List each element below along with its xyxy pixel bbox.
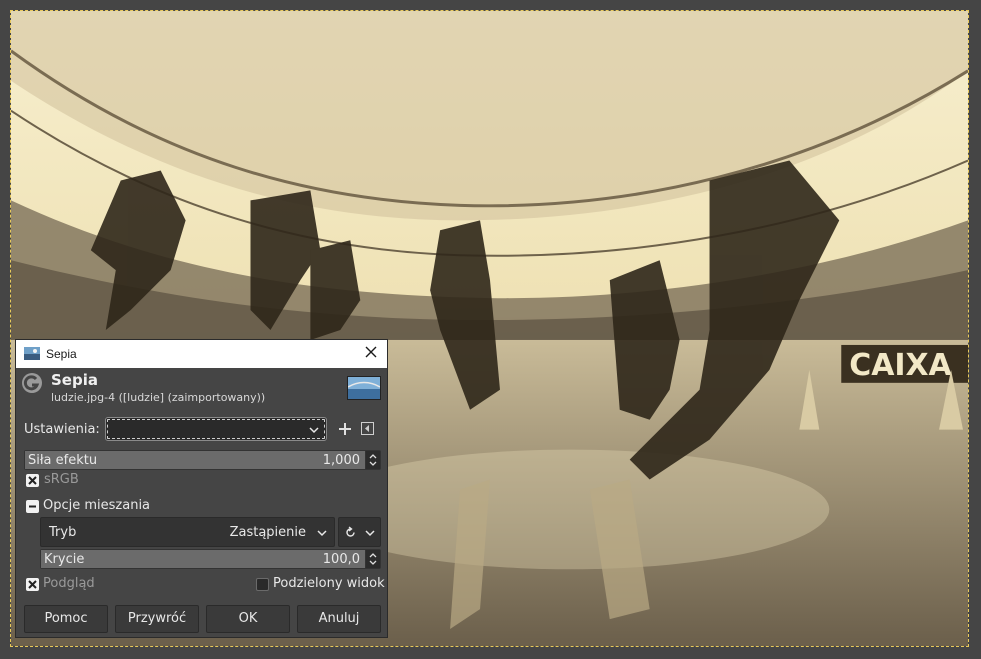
spin-arrows-icon[interactable]: [365, 550, 380, 568]
cancel-button[interactable]: Anuluj: [297, 605, 381, 633]
ok-button[interactable]: OK: [206, 605, 290, 633]
help-button[interactable]: Pomoc: [24, 605, 108, 633]
settings-label: Ustawienia:: [24, 422, 100, 437]
close-icon[interactable]: [363, 344, 379, 360]
window-title: Sepia: [46, 347, 77, 361]
blending-options-toggle[interactable]: [26, 500, 39, 513]
checkmark-x-icon: [28, 476, 37, 485]
preset-menu-icon[interactable]: [361, 422, 374, 435]
opacity-value: 100,0: [322, 552, 360, 567]
gimp-window-icon: [24, 347, 40, 360]
filter-title: Sepia: [51, 371, 98, 389]
gimp-logo-icon: [22, 373, 42, 393]
image-thumbnail: [347, 376, 381, 400]
blend-mode-label: Tryb: [49, 525, 77, 540]
strength-spinscale[interactable]: Siła efektu 1,000: [24, 450, 381, 470]
srgb-label: sRGB: [44, 472, 79, 487]
checkmark-x-icon: [28, 580, 37, 589]
blending-options-label[interactable]: Opcje mieszania: [43, 498, 150, 513]
strength-label: Siła efektu: [28, 453, 98, 468]
chevron-down-icon: [365, 530, 375, 537]
composite-mode-icon: [346, 526, 355, 537]
dialog-titlebar[interactable]: Sepia: [16, 340, 387, 368]
split-view-label: Podzielony widok: [273, 576, 385, 591]
strength-value: 1,000: [322, 453, 360, 468]
collapse-minus-icon: [29, 505, 36, 508]
blend-mode-value: Zastąpienie: [229, 525, 306, 540]
preview-checkbox[interactable]: [26, 578, 39, 591]
blend-mode-combo[interactable]: Tryb Zastąpienie: [40, 517, 335, 547]
filter-header: Sepia ludzie.jpg-4 ([ludzie] (zaimportow…: [16, 368, 387, 410]
opacity-fill: [41, 550, 365, 568]
preview-label: Podgląd: [43, 576, 95, 591]
settings-row: Ustawienia:: [23, 417, 380, 443]
composite-mode-combo[interactable]: [338, 517, 381, 547]
add-preset-icon[interactable]: [337, 421, 353, 437]
opacity-spinscale[interactable]: Krycie 100,0: [40, 549, 381, 569]
image-info: ludzie.jpg-4 ([ludzie] (zaimportowany)): [51, 391, 266, 404]
sepia-dialog: Sepia Sepia ludzie.jpg-4 ([ludzie] (zaim…: [15, 339, 388, 638]
spin-arrows-icon[interactable]: [365, 451, 380, 469]
opacity-label: Krycie: [44, 552, 85, 567]
chevron-down-icon: [317, 530, 327, 537]
split-view-checkbox[interactable]: [256, 578, 269, 591]
chevron-down-icon: [309, 427, 319, 434]
settings-combo[interactable]: [105, 417, 327, 441]
sponsor-banner-text: CAIXA: [849, 348, 951, 383]
reset-button[interactable]: Przywróć: [115, 605, 199, 633]
srgb-checkbox[interactable]: [26, 474, 39, 487]
